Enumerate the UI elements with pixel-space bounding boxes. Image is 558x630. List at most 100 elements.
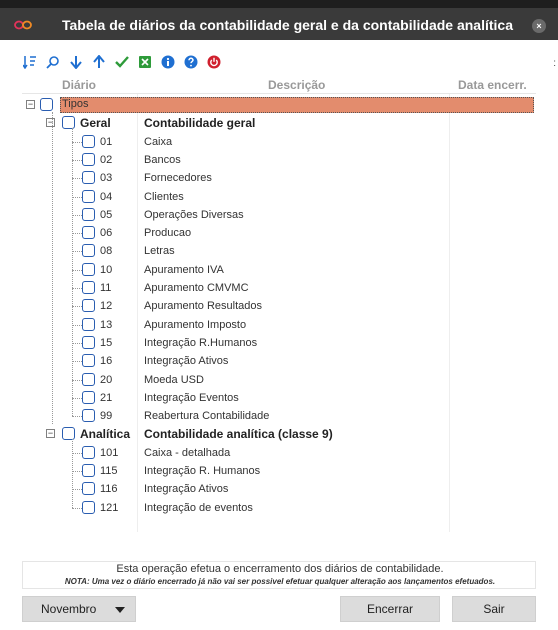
tree-item-row[interactable]: 115 Integração R. Humanos (22, 462, 536, 480)
tree-item-row[interactable]: 08 Letras (22, 242, 536, 260)
journal-description: Fornecedores (144, 172, 212, 185)
journal-code: 11 (100, 282, 112, 294)
journals-tree-grid: Diário Descrição Data encerr. − Tipos − Ger… (22, 76, 536, 540)
checkbox[interactable] (82, 409, 95, 423)
tree-item-row[interactable]: 10 Apuramento IVA (22, 261, 536, 279)
tree-connector (72, 397, 82, 399)
checkbox[interactable] (82, 299, 95, 313)
tree-root-row[interactable]: − Tipos (22, 96, 536, 114)
journal-description: Integração de eventos (144, 501, 253, 514)
encerrar-button[interactable]: Encerrar (340, 596, 440, 622)
journal-description: Integração R. Humanos (144, 465, 261, 477)
tree-connector (72, 439, 73, 508)
tree-item-row[interactable]: 06 Producao (22, 224, 536, 242)
checkbox[interactable] (62, 116, 75, 130)
checkbox[interactable] (82, 152, 95, 166)
sort-icon[interactable] (22, 54, 38, 70)
tree-item-row[interactable]: 16 Integração Ativos (22, 352, 536, 370)
journals-window: Tabela de diários da contabilidade geral… (0, 0, 558, 630)
group-description: Contabilidade analítica (classe 9) (144, 427, 333, 442)
checkbox[interactable] (82, 317, 95, 331)
tree-group-row[interactable]: − Analítica Contabilidade analítica (class… (22, 425, 536, 443)
tree-item-row[interactable]: 04 Clientes (22, 188, 536, 206)
checkbox[interactable] (82, 134, 95, 148)
journal-code: 101 (100, 446, 119, 459)
search-icon[interactable] (45, 54, 61, 70)
journal-description: Caixa - detalhada (144, 446, 231, 459)
tree-connector (52, 112, 53, 424)
tree-item-row[interactable]: 02 Bancos (22, 151, 536, 169)
month-dropdown[interactable]: Novembro (22, 596, 136, 622)
journal-code: 01 (100, 135, 113, 148)
arrow-up-icon[interactable] (91, 54, 107, 70)
tree-connector (72, 233, 82, 235)
tree-group-row[interactable]: − Geral Contabilidade geral (22, 114, 536, 132)
power-icon[interactable] (206, 54, 222, 70)
checkbox[interactable] (82, 354, 95, 368)
checkbox[interactable] (82, 262, 95, 276)
excel-icon[interactable] (137, 54, 153, 70)
journal-code: 15 (100, 336, 113, 349)
journal-description: Integração Ativos (144, 355, 229, 368)
header-descricao[interactable]: Descrição (268, 78, 325, 92)
collapse-toggle-icon[interactable]: − (46, 118, 55, 128)
info-icon[interactable] (160, 54, 176, 70)
checkbox[interactable] (82, 226, 95, 240)
tree-item-row[interactable]: 99 Reabertura Contabilidade (22, 407, 536, 425)
checkbox[interactable] (82, 482, 95, 496)
tree-connector (72, 471, 82, 472)
collapse-toggle-icon[interactable]: − (26, 100, 35, 109)
checkbox[interactable] (82, 207, 95, 221)
close-button[interactable]: × (532, 19, 546, 33)
window-title: Tabela de diários da contabilidade geral… (62, 17, 513, 33)
journal-description: Integração R.Humanos (144, 336, 258, 349)
checkbox[interactable] (82, 445, 95, 459)
header-diario[interactable]: Diário (62, 78, 96, 92)
tree-connector (72, 214, 82, 216)
journal-code: 20 (100, 373, 113, 386)
checkbox[interactable] (82, 171, 95, 185)
checkbox[interactable] (82, 189, 95, 203)
journal-code: 05 (100, 208, 113, 221)
journal-code: 121 (100, 501, 119, 514)
checkbox[interactable] (82, 372, 95, 386)
checkbox[interactable] (82, 281, 95, 294)
tree-item-row[interactable]: 12 Apuramento Resultados (22, 297, 536, 315)
tree-item-row[interactable]: 21 Integração Eventos (22, 389, 536, 407)
checkbox[interactable] (82, 464, 95, 477)
journal-code: 99 (100, 410, 113, 423)
collapse-toggle-icon[interactable]: − (46, 429, 55, 439)
checkbox[interactable] (82, 500, 95, 514)
checkbox[interactable] (62, 427, 75, 441)
tree-item-row[interactable]: 101 Caixa - detalhada (22, 444, 536, 462)
journal-description: Integração Eventos (144, 391, 239, 404)
tree-item-row[interactable]: 13 Apuramento Imposto (22, 316, 536, 334)
tree-connector (72, 324, 82, 326)
header-data-encerr[interactable]: Data encerr. (458, 78, 527, 92)
tree-item-row[interactable]: 11 Apuramento CMVMC (22, 279, 536, 297)
title-bar: Tabela de diários da contabilidade geral… (0, 0, 558, 40)
journal-description: Letras (144, 245, 175, 258)
info-message: Esta operação efetua o encerramento dos … (116, 563, 444, 575)
sair-button[interactable]: Sair (452, 596, 536, 622)
checkbox[interactable] (82, 390, 95, 404)
journal-description: Integração Ativos (144, 483, 229, 496)
tree-connector (72, 489, 82, 491)
checkbox[interactable] (40, 98, 53, 111)
tree-item-row[interactable]: 121 Integração de eventos (22, 499, 536, 517)
info-panel: Esta operação efetua o encerramento dos … (22, 561, 536, 589)
arrow-down-icon[interactable] (68, 54, 84, 70)
check-icon[interactable] (114, 54, 130, 70)
journal-code: 21 (100, 391, 113, 404)
tree-item-row[interactable]: 05 Operações Diversas (22, 206, 536, 224)
checkbox[interactable] (82, 335, 95, 349)
tree-item-row[interactable]: 15 Integração R.Humanos (22, 334, 536, 352)
tree-item-row[interactable]: 20 Moeda USD (22, 371, 536, 389)
journal-code: 08 (100, 245, 113, 258)
help-icon[interactable] (183, 54, 199, 70)
tree-item-row[interactable]: 03 Fornecedores (22, 169, 536, 187)
tree-item-row[interactable]: 116 Integração Ativos (22, 480, 536, 498)
toolbar (22, 52, 222, 72)
tree-item-row[interactable]: 01 Caixa (22, 133, 536, 151)
checkbox[interactable] (82, 244, 95, 258)
